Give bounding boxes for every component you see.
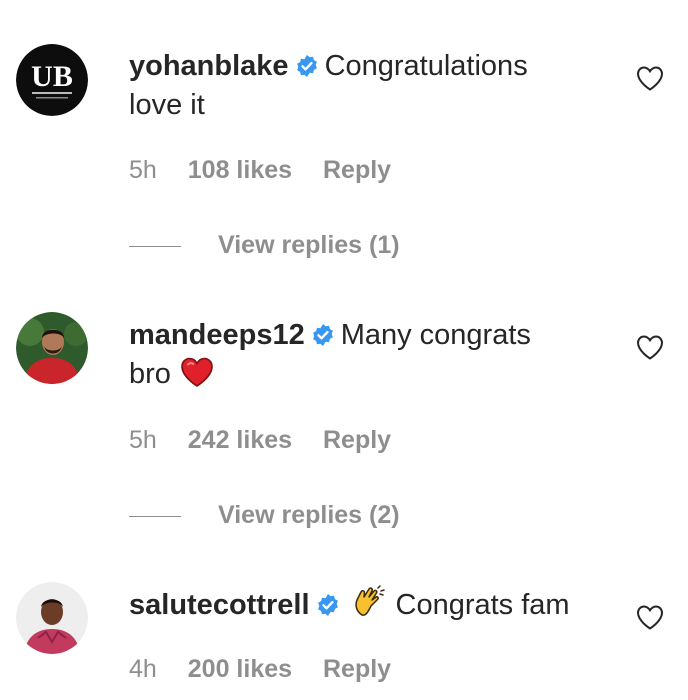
heart-outline-icon[interactable] <box>636 604 666 632</box>
verified-badge-icon <box>316 593 340 617</box>
timestamp: 4h <box>129 655 157 683</box>
comment-text: Congrats fam <box>395 589 570 621</box>
clapping-hands-emoji <box>352 585 386 619</box>
comment-body: salutecottrell Congrats fam <box>129 585 609 625</box>
likes-count[interactable]: 200 likes <box>188 654 292 684</box>
reply-button[interactable]: Reply <box>323 654 391 684</box>
username-link[interactable]: salutecottrell <box>129 589 310 621</box>
comment-salutecottrell: salutecottrell Congrats fam 4h 200 likes … <box>0 0 688 700</box>
comment-meta: 4h 200 likes Reply <box>129 654 391 684</box>
avatar-salutecottrell[interactable] <box>16 582 88 654</box>
